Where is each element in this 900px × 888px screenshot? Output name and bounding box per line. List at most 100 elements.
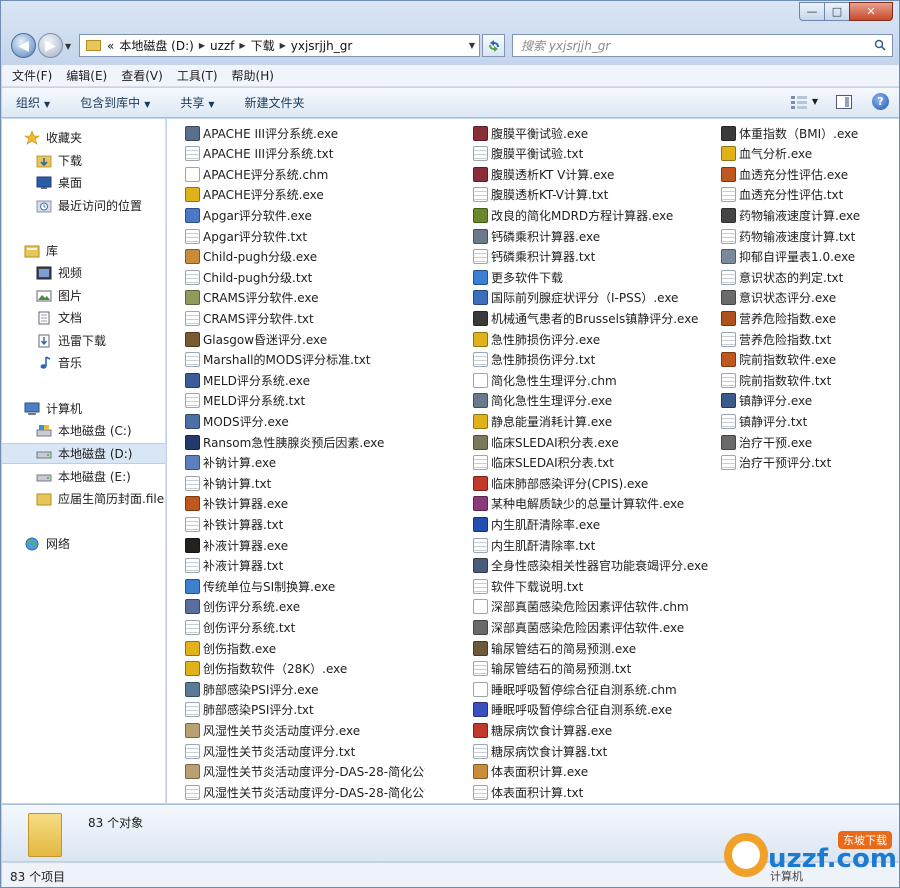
file-item[interactable]: 治疗干预.exe bbox=[721, 432, 899, 452]
search-icon[interactable] bbox=[874, 39, 886, 51]
preview-pane-icon[interactable] bbox=[836, 94, 852, 109]
file-item[interactable]: 补钠计算.exe bbox=[185, 453, 425, 473]
file-item[interactable]: 腹膜透析KT-V计算.txt bbox=[473, 185, 713, 205]
nav-item-pictures[interactable]: 图片 bbox=[2, 285, 165, 306]
nav-item-drive-d[interactable]: 本地磁盘 (D:) bbox=[2, 443, 165, 464]
file-item[interactable]: 睡眠呼吸暂停综合征自测系统.chm bbox=[473, 679, 713, 699]
back-button[interactable]: ◀ bbox=[11, 33, 36, 58]
nav-libraries[interactable]: 库 bbox=[2, 240, 165, 261]
file-item[interactable]: 意识状态的判定.txt bbox=[721, 267, 899, 287]
nav-item-downloads[interactable]: 下载 bbox=[2, 150, 165, 171]
nav-item-desktop[interactable]: 桌面 bbox=[2, 172, 165, 193]
file-item[interactable]: 补铁计算器.exe bbox=[185, 494, 425, 514]
forward-button[interactable]: ▶ bbox=[38, 33, 63, 58]
menu-file[interactable]: 文件(F) bbox=[12, 67, 52, 84]
file-item[interactable]: 腹膜透析KT V计算.exe bbox=[473, 164, 713, 184]
file-item[interactable]: 镇静评分.exe bbox=[721, 391, 899, 411]
new-folder-button[interactable]: 新建文件夹 bbox=[245, 94, 305, 111]
file-item[interactable]: 院前指数软件.txt bbox=[721, 370, 899, 390]
file-item[interactable]: 补铁计算器.txt bbox=[185, 514, 425, 534]
file-item[interactable]: 临床SLEDAI积分表.txt bbox=[473, 453, 713, 473]
share-button[interactable]: 共享 ▼ bbox=[180, 94, 214, 111]
file-item[interactable]: 内生肌酐清除率.txt bbox=[473, 535, 713, 555]
help-icon[interactable]: ? bbox=[872, 93, 889, 110]
nav-item-drive-c[interactable]: 本地磁盘 (C:) bbox=[2, 420, 165, 441]
file-item[interactable]: 风湿性关节炎活动度评分-DAS-28-简化公式.txt bbox=[185, 782, 425, 802]
file-item[interactable]: APACHE III评分系统.txt bbox=[185, 144, 425, 164]
search-box[interactable] bbox=[512, 34, 893, 57]
file-item[interactable]: 临床肺部感染评分(CPIS).exe bbox=[473, 473, 713, 493]
file-item[interactable]: 镇静评分.txt bbox=[721, 411, 899, 431]
file-item[interactable]: 传统单位与SI制换算.exe bbox=[185, 576, 425, 596]
address-overflow[interactable]: « bbox=[107, 39, 114, 53]
file-item[interactable]: APACHE评分系统.chm bbox=[185, 164, 425, 184]
file-item[interactable]: 肺部感染PSI评分.txt bbox=[185, 700, 425, 720]
file-item[interactable]: 腹膜平衡试验.txt bbox=[473, 144, 713, 164]
search-input[interactable] bbox=[521, 38, 861, 53]
file-item[interactable]: 药物输液速度计算.exe bbox=[721, 205, 899, 225]
file-item[interactable]: 补液计算器.exe bbox=[185, 535, 425, 555]
breadcrumb-drive-d[interactable]: 本地磁盘 (D:) bbox=[119, 37, 193, 54]
file-item[interactable]: 急性肺损伤评分.exe bbox=[473, 329, 713, 349]
file-item[interactable]: Ransom急性胰腺炎预后因素.exe bbox=[185, 432, 425, 452]
file-item[interactable]: 深部真菌感染危险因素评估软件.chm bbox=[473, 597, 713, 617]
file-item[interactable]: 风湿性关节炎活动度评分.txt bbox=[185, 741, 425, 761]
file-item[interactable]: 静息能量消耗计算.exe bbox=[473, 411, 713, 431]
file-item[interactable]: 抑郁自评量表1.0.exe bbox=[721, 247, 899, 267]
breadcrumb-uzzf[interactable]: uzzf bbox=[210, 39, 234, 53]
nav-item-thunder-downloads[interactable]: 迅雷下载 bbox=[2, 330, 165, 351]
menu-tools[interactable]: 工具(T) bbox=[177, 67, 218, 84]
menu-view[interactable]: 查看(V) bbox=[121, 67, 163, 84]
maximize-button[interactable]: □ bbox=[824, 2, 850, 21]
file-item[interactable]: 血透充分性评估.txt bbox=[721, 185, 899, 205]
file-item[interactable]: 风湿性关节炎活动度评分-DAS-28-简化公式.exe bbox=[185, 762, 425, 782]
file-item[interactable]: 肺部感染PSI评分.exe bbox=[185, 679, 425, 699]
file-item[interactable]: Apgar评分软件.txt bbox=[185, 226, 425, 246]
file-item[interactable]: 机械通气患者的Brussels镇静评分.exe bbox=[473, 308, 713, 328]
file-item[interactable]: 改良的简化MDRD方程计算器.exe bbox=[473, 205, 713, 225]
file-item[interactable]: 创伤指数.exe bbox=[185, 638, 425, 658]
menu-edit[interactable]: 编辑(E) bbox=[66, 67, 107, 84]
file-item[interactable]: 糖尿病饮食计算器.txt bbox=[473, 741, 713, 761]
file-item[interactable]: 简化急性生理评分.exe bbox=[473, 391, 713, 411]
file-item[interactable]: MELD评分系统.exe bbox=[185, 370, 425, 390]
nav-item-recent-places[interactable]: 最近访问的位置 bbox=[2, 195, 165, 216]
file-item[interactable]: 深部真菌感染危险因素评估软件.exe bbox=[473, 617, 713, 637]
file-item[interactable]: APACHE评分系统.exe bbox=[185, 185, 425, 205]
nav-item-music[interactable]: 音乐 bbox=[2, 352, 165, 373]
file-item[interactable]: 某种电解质缺少的总量计算软件.exe bbox=[473, 494, 713, 514]
file-item[interactable]: 创伤评分系统.exe bbox=[185, 597, 425, 617]
file-item[interactable]: APACHE III评分系统.exe bbox=[185, 123, 425, 143]
chevron-right-icon[interactable]: ▶ bbox=[239, 41, 245, 50]
file-item[interactable]: 风湿性关节炎活动度评分.exe bbox=[185, 720, 425, 740]
file-item[interactable]: CRAMS评分软件.exe bbox=[185, 288, 425, 308]
nav-item-resume-files[interactable]: 应届生简历封面.files bbox=[2, 488, 165, 509]
recent-pages-dropdown-icon[interactable]: ▼ bbox=[65, 42, 71, 51]
file-item[interactable]: Apgar评分软件.exe bbox=[185, 205, 425, 225]
file-item[interactable]: 体表面积计算.txt bbox=[473, 782, 713, 802]
file-item[interactable]: Child-pugh分级.txt bbox=[185, 267, 425, 287]
file-item[interactable]: 创伤指数软件（28K）.exe bbox=[185, 659, 425, 679]
file-item[interactable]: 营养危险指数.exe bbox=[721, 308, 899, 328]
nav-item-documents[interactable]: 文档 bbox=[2, 307, 165, 328]
close-button[interactable]: ✕ bbox=[849, 2, 893, 21]
file-item[interactable]: 钙磷乘积计算器.txt bbox=[473, 247, 713, 267]
chevron-right-icon[interactable]: ▶ bbox=[199, 41, 205, 50]
file-item[interactable]: MELD评分系统.txt bbox=[185, 391, 425, 411]
file-item[interactable]: 输尿管结石的简易预测.exe bbox=[473, 638, 713, 658]
view-dropdown-icon[interactable]: ▼ bbox=[812, 97, 818, 106]
file-item[interactable]: 更多软件下载 bbox=[473, 267, 713, 287]
include-in-library-button[interactable]: 包含到库中 ▼ bbox=[80, 94, 150, 111]
change-view-icon[interactable] bbox=[790, 95, 808, 109]
file-item[interactable]: 血透充分性评估.exe bbox=[721, 164, 899, 184]
file-item[interactable]: 补钠计算.txt bbox=[185, 473, 425, 493]
file-item[interactable]: 睡眠呼吸暂停综合征自测系统.exe bbox=[473, 700, 713, 720]
breadcrumb-current-folder[interactable]: yxjsrjjh_gr bbox=[291, 39, 353, 53]
file-item[interactable]: 补液计算器.txt bbox=[185, 556, 425, 576]
file-item[interactable]: 体表面积计算.exe bbox=[473, 762, 713, 782]
address-dropdown-icon[interactable]: ▼ bbox=[469, 41, 475, 50]
file-item[interactable]: Marshall的MODS评分标准.txt bbox=[185, 350, 425, 370]
file-item[interactable]: Child-pugh分级.exe bbox=[185, 247, 425, 267]
file-item[interactable]: 药物输液速度计算.txt bbox=[721, 226, 899, 246]
file-item[interactable]: 治疗干预评分.txt bbox=[721, 453, 899, 473]
